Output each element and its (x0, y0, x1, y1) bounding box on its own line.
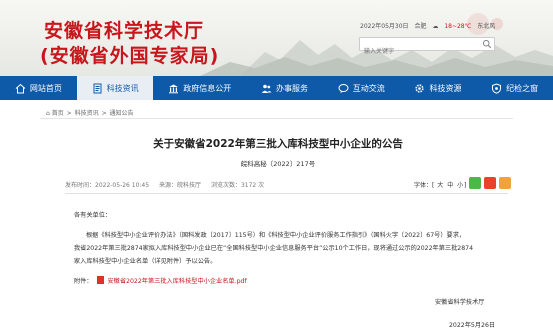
nav-item-interaction[interactable]: 互动交流 (323, 76, 400, 100)
breadcrumb-news[interactable]: 科技资讯 (75, 110, 99, 117)
body-paragraph-line: 我省2022年第三批2874家拟入库科技型中小企业已在“全国科技型中小企业信息服… (74, 245, 474, 252)
body-paragraph-line: 根据《科技型中小企业评价办法》（国科发政〔2017〕115号）和《科技型中小企业… (86, 232, 466, 239)
nav-item-label: 科技资源 (429, 83, 462, 93)
gear-icon (415, 83, 425, 93)
salutation: 各有关单位： (74, 212, 112, 219)
signature: 安徽省科学技术厅 (435, 299, 485, 306)
chat-icon (338, 83, 349, 93)
body-paragraph-line: 家入库科技型中小企业名单（详见附件）予以公告。 (74, 258, 217, 265)
attachment-link[interactable]: 安徽省2022年第三批入库科技型中小企业名单.pdf (108, 278, 247, 285)
qzone-share-icon[interactable] (499, 177, 511, 189)
breadcrumb-separator: > (66, 110, 72, 117)
nav-item-gov-info[interactable]: 政府信息公开 (153, 76, 246, 100)
breadcrumb-notices[interactable]: 通知公告 (110, 110, 134, 117)
publish-time: 发布时间：2022-05-26 10:45 (65, 182, 150, 189)
weather-icon: ☁ (432, 23, 439, 30)
font-size-medium[interactable]: 中 (447, 182, 453, 189)
breadcrumb-home[interactable]: 首页 (52, 110, 64, 117)
search-box (359, 37, 495, 58)
document-icon (93, 83, 102, 93)
font-size-control: 字体：[ 大 中 小] (414, 182, 467, 189)
breadcrumb: ⌂ 首页 > 科技资讯 > 通知公告 (46, 108, 134, 117)
breadcrumb-separator: > (101, 110, 107, 117)
building-icon (169, 84, 179, 93)
nav-item-news[interactable]: 科技资讯 (76, 76, 154, 100)
home-small-icon: ⌂ (46, 110, 50, 117)
main-nav: 网站首页 科技资讯 政府信息公开 办事服务 互动交流 科技资源 纪检之窗 (0, 76, 553, 100)
nav-item-label: 网站首页 (29, 83, 62, 93)
nav-item-resources[interactable]: 科技资源 (400, 76, 477, 100)
date-weather-bar: 2022年05月30日 合肥 ☁ 18~28℃ 东北风 (360, 21, 499, 30)
shield-icon (492, 82, 502, 94)
attachment-label: 附件： (74, 278, 93, 285)
font-size-large[interactable]: 大 (437, 182, 443, 189)
search-input[interactable] (360, 45, 474, 58)
nav-item-label: 办事服务 (276, 83, 309, 93)
article-title: 关于安徽省2022年第三批入库科技型中小企业的公告 (153, 138, 403, 150)
font-size-label: 字体： (414, 182, 433, 189)
nav-item-discipline[interactable]: 纪检之窗 (476, 76, 553, 100)
meta-divider (65, 193, 508, 194)
pdf-icon (96, 276, 104, 284)
wind-info: 东北风 (477, 23, 496, 30)
search-icon[interactable] (482, 39, 492, 49)
nav-item-home[interactable]: 网站首页 (0, 76, 77, 100)
document-number: 皖科高秘〔2022〕217号 (240, 160, 316, 168)
nav-item-label: 纪检之窗 (506, 83, 539, 93)
article-source: 来源：皖科技厅 (159, 182, 202, 189)
temperature: 18~28℃ (444, 23, 472, 30)
breadcrumb-divider (40, 118, 513, 119)
wechat-share-icon[interactable] (469, 177, 481, 189)
site-title: 安徽省科学技术厅 (44, 20, 205, 42)
site-header: 安徽省科学技术厅 (安徽省外国专家局) 2022年05月30日 合肥 ☁ 18~… (0, 0, 553, 76)
font-size-small[interactable]: 小 (457, 182, 463, 189)
article-panel: 关于安徽省2022年第三批入库科技型中小企业的公告 皖科高秘〔2022〕217号… (48, 124, 511, 331)
weibo-share-icon[interactable] (484, 177, 496, 189)
city-name: 合肥 (414, 23, 427, 30)
nav-item-label: 互动交流 (352, 83, 385, 93)
attachment-row: 附件： 安徽省2022年第三批入库科技型中小企业名单.pdf (74, 276, 247, 285)
home-icon (15, 83, 26, 93)
article-meta: 发布时间：2022-05-26 10:45 来源：皖科技厅 浏览次数：3172 … (65, 180, 272, 189)
view-count: 浏览次数：3172 次 (210, 182, 265, 189)
nav-item-label: 政府信息公开 (183, 83, 232, 93)
nav-item-services[interactable]: 办事服务 (246, 76, 323, 100)
site-subtitle: (安徽省外国专家局) (40, 45, 220, 67)
current-date: 2022年05月30日 (360, 23, 409, 30)
signature-date: 2022年5月26日 (449, 322, 496, 329)
nav-item-label: 科技资讯 (106, 83, 139, 93)
people-icon (261, 84, 272, 93)
